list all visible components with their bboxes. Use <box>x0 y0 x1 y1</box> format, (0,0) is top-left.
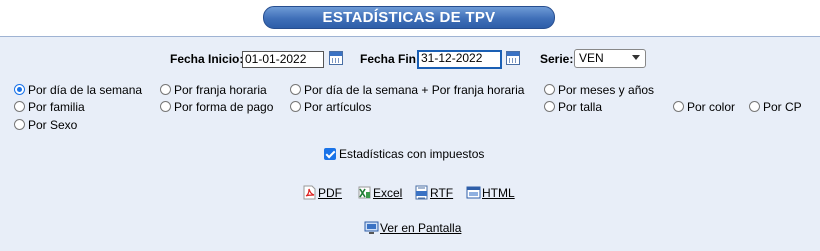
export-html-label: HTML <box>482 186 515 200</box>
export-rtf-label: RTF <box>430 186 454 200</box>
option-label: Por familia <box>28 100 85 114</box>
statistics-panel <box>0 36 820 251</box>
radio-icon[interactable] <box>160 101 171 112</box>
fecha-fin-field[interactable]: 31-12-2022 <box>417 50 502 69</box>
radio-icon[interactable] <box>673 101 684 112</box>
option-talla[interactable]: Por talla <box>544 100 602 114</box>
radio-icon[interactable] <box>290 84 301 95</box>
radio-icon[interactable] <box>14 119 25 130</box>
option-dia-semana[interactable]: Por día de la semana <box>14 83 142 97</box>
option-label: Por Sexo <box>28 118 78 132</box>
serie-label: Serie: <box>540 52 574 66</box>
radio-icon[interactable] <box>544 84 555 95</box>
option-label: Por meses y años <box>558 83 655 97</box>
option-label: Por franja horaria <box>174 83 267 97</box>
radio-icon[interactable] <box>749 101 760 112</box>
option-meses-anos[interactable]: Por meses y años <box>544 83 654 97</box>
radio-icon[interactable] <box>14 101 25 112</box>
option-label: Por talla <box>558 100 603 114</box>
radio-icon[interactable] <box>14 84 25 95</box>
option-label: Por día de la semana <box>28 83 143 97</box>
monitor-icon <box>364 221 379 234</box>
serie-select[interactable]: VEN <box>574 49 646 68</box>
calendar-icon[interactable] <box>329 51 343 65</box>
radio-icon[interactable] <box>290 101 301 112</box>
option-label: Por artículos <box>304 100 372 114</box>
export-pdf-label: PDF <box>318 186 342 200</box>
ver-en-pantalla-label: Ver en Pantalla <box>380 221 462 235</box>
fecha-fin-label: Fecha Fin: <box>360 52 421 66</box>
pdf-icon <box>303 185 316 200</box>
excel-icon <box>358 186 371 199</box>
option-forma-pago[interactable]: Por forma de pago <box>160 100 273 114</box>
export-excel-label: Excel <box>373 186 403 200</box>
option-label: Por CP <box>763 100 802 114</box>
option-color[interactable]: Por color <box>673 100 735 114</box>
export-rtf-link[interactable]: RTF <box>414 185 453 200</box>
export-excel-link[interactable]: Excel <box>357 185 402 200</box>
option-familia[interactable]: Por familia <box>14 100 85 114</box>
option-label: Por forma de pago <box>174 100 274 114</box>
option-articulos[interactable]: Por artículos <box>290 100 371 114</box>
rtf-icon <box>415 185 428 200</box>
radio-icon[interactable] <box>160 84 171 95</box>
chevron-down-icon <box>632 55 640 60</box>
export-pdf-link[interactable]: PDF <box>302 185 342 200</box>
radio-icon[interactable] <box>544 101 555 112</box>
checkbox-icon[interactable] <box>324 148 336 160</box>
fecha-inicio-field[interactable]: 01-01-2022 <box>242 51 324 68</box>
html-icon <box>466 186 481 199</box>
page-title: ESTADÍSTICAS DE TPV <box>263 6 555 29</box>
ver-en-pantalla-link[interactable]: Ver en Pantalla <box>364 220 461 235</box>
tax-checkbox[interactable]: Estadísticas con impuestos <box>324 147 484 161</box>
calendar-icon[interactable] <box>506 51 520 65</box>
tax-checkbox-label: Estadísticas con impuestos <box>339 147 485 161</box>
option-dia-semana-franja[interactable]: Por día de la semana + Por franja horari… <box>290 83 524 97</box>
export-html-link[interactable]: HTML <box>466 185 515 200</box>
option-sexo[interactable]: Por Sexo <box>14 118 77 132</box>
option-label: Por día de la semana + Por franja horari… <box>304 83 525 97</box>
serie-selected-value: VEN <box>579 51 604 65</box>
option-franja-horaria[interactable]: Por franja horaria <box>160 83 267 97</box>
option-cp[interactable]: Por CP <box>749 100 802 114</box>
option-label: Por color <box>687 100 736 114</box>
fecha-inicio-label: Fecha Inicio: <box>170 52 244 66</box>
